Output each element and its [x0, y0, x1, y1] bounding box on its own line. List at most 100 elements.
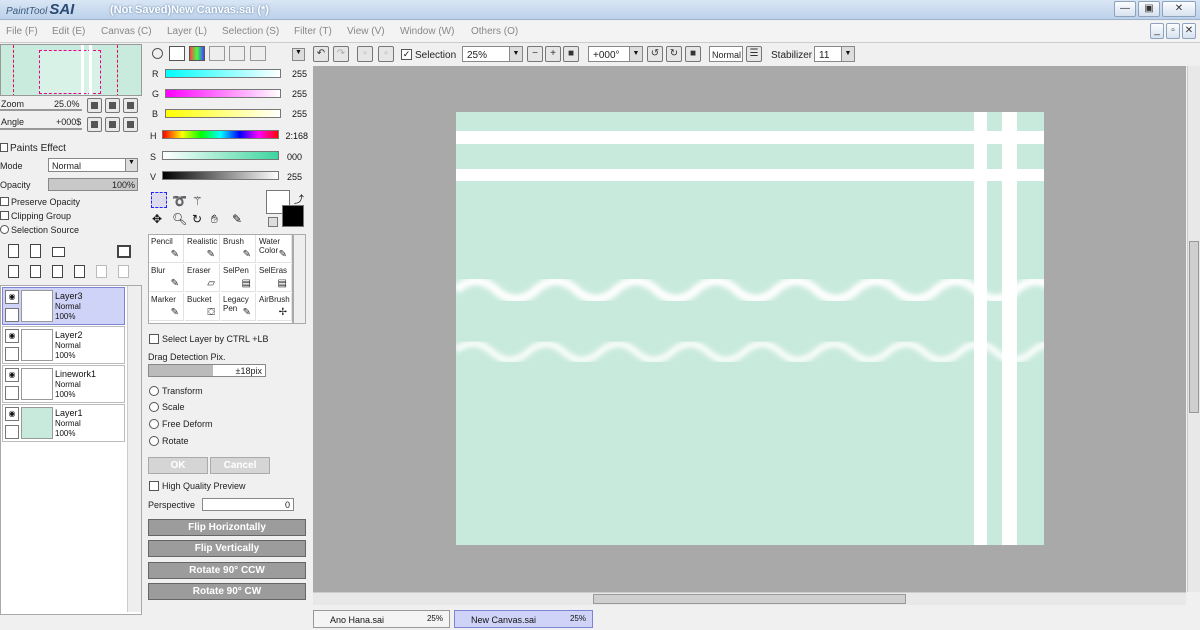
- layer-item-layer2[interactable]: ◉ Layer2 Normal 100%: [2, 326, 125, 364]
- select-layer-checkbox[interactable]: [149, 334, 159, 344]
- menu-filter[interactable]: Filter (T): [294, 26, 332, 37]
- lock-toggle[interactable]: [5, 386, 19, 400]
- brush-icon[interactable]: [5, 308, 19, 322]
- zoom-select[interactable]: 25% ▼: [462, 46, 523, 62]
- opacity-slider[interactable]: 100%: [48, 178, 138, 191]
- blend-mode-select[interactable]: Normal ▼: [48, 158, 138, 172]
- menu-view[interactable]: View (V): [347, 26, 385, 37]
- undo-icon[interactable]: ↶: [313, 46, 329, 62]
- clear-layer-icon[interactable]: [52, 265, 63, 278]
- close-button[interactable]: ✕: [1162, 1, 1196, 17]
- selection-visible-checkbox[interactable]: ✓: [401, 49, 412, 60]
- transform-radio[interactable]: [149, 386, 159, 396]
- r-slider[interactable]: [165, 69, 281, 78]
- stabilizer-select[interactable]: 11 ▼: [814, 46, 855, 62]
- mirror-view-icon[interactable]: ☰: [746, 46, 762, 62]
- delete-layer-icon[interactable]: [74, 265, 85, 278]
- tool-grid-scrollbar[interactable]: [293, 234, 306, 324]
- zoom-slider[interactable]: [0, 109, 82, 111]
- menu-file[interactable]: File (F): [6, 26, 38, 37]
- color-wheel-mode-icon[interactable]: [152, 48, 163, 59]
- tool-airbrush[interactable]: AirBrush ✢: [257, 293, 292, 321]
- lasso-icon[interactable]: ➰: [172, 194, 187, 208]
- eye-icon[interactable]: ◉: [5, 290, 19, 304]
- tool-eraser[interactable]: Eraser ▱: [185, 264, 220, 292]
- chevron-down-icon[interactable]: ▼: [292, 48, 305, 61]
- cancel-button[interactable]: Cancel: [210, 457, 270, 474]
- clipping-group-checkbox[interactable]: [0, 211, 9, 220]
- zoom-reset-toolbar-button[interactable]: ■: [563, 46, 579, 62]
- redo-icon[interactable]: ↷: [333, 46, 349, 62]
- transfer-down-icon[interactable]: [8, 265, 19, 278]
- rotate-left-button[interactable]: [87, 117, 102, 132]
- invert-selection-icon[interactable]: ▫: [378, 46, 394, 62]
- menu-others[interactable]: Others (O): [471, 26, 518, 37]
- menu-window[interactable]: Window (W): [400, 26, 454, 37]
- tool-pencil[interactable]: Pencil ✎: [149, 235, 184, 263]
- eye-icon[interactable]: ◉: [5, 368, 19, 382]
- tab-new-canvas[interactable]: New Canvas.sai 25%: [454, 610, 593, 628]
- swatch-mode-icon[interactable]: [229, 46, 245, 61]
- angle-slider[interactable]: [0, 128, 82, 130]
- deselect-icon[interactable]: ▫: [357, 46, 373, 62]
- lock-toggle[interactable]: [5, 425, 19, 439]
- menu-edit[interactable]: Edit (E): [52, 26, 85, 37]
- maximize-button[interactable]: ▣: [1138, 1, 1160, 17]
- menu-selection[interactable]: Selection (S): [222, 26, 279, 37]
- swap-colors-icon[interactable]: ⤴: [294, 191, 304, 206]
- free-deform-radio[interactable]: [149, 419, 159, 429]
- layer-item-layer3[interactable]: ◉ Layer3 Normal 100%: [2, 287, 125, 325]
- canvas-workspace[interactable]: [313, 66, 1186, 592]
- b-slider[interactable]: [165, 109, 281, 118]
- mdi-minimize-button[interactable]: _: [1150, 23, 1164, 39]
- move-icon[interactable]: ✥: [152, 212, 162, 226]
- horizontal-scroll-thumb[interactable]: [593, 594, 906, 604]
- rotate-ccw-toolbar-button[interactable]: ↺: [647, 46, 663, 62]
- value-slider[interactable]: [162, 171, 279, 180]
- rotate-ccw-button[interactable]: Rotate 90° CCW: [148, 562, 306, 579]
- new-layer-icon[interactable]: [8, 244, 19, 258]
- rotate-radio[interactable]: [149, 436, 159, 446]
- magic-wand-icon[interactable]: ⚚: [192, 194, 203, 208]
- selection-source-checkbox[interactable]: [0, 225, 9, 234]
- eye-icon[interactable]: ◉: [5, 407, 19, 421]
- scale-radio[interactable]: [149, 402, 159, 412]
- rotate-tool-icon[interactable]: ↻: [192, 212, 202, 226]
- hue-slider[interactable]: [162, 130, 279, 139]
- layer-item-layer1[interactable]: ◉ Layer1 Normal 100%: [2, 404, 125, 442]
- hand-icon[interactable]: ✋︎: [211, 212, 218, 227]
- canvas-paper[interactable]: [456, 112, 1044, 545]
- menu-canvas[interactable]: Canvas (C): [101, 26, 152, 37]
- tool-marker[interactable]: Marker ✎: [149, 293, 184, 321]
- rgb-slider-mode-icon[interactable]: [169, 46, 185, 61]
- hq-preview-checkbox[interactable]: [149, 481, 159, 491]
- drag-detection-slider[interactable]: ±18pix: [148, 364, 266, 377]
- rotate-right-button[interactable]: [105, 117, 120, 132]
- layer-item-linework1[interactable]: ◉ Linework1 Normal 100%: [2, 365, 125, 403]
- mdi-restore-button[interactable]: ▫: [1166, 23, 1180, 39]
- flip-horizontal-button[interactable]: Flip Horizontally: [148, 519, 306, 536]
- eye-icon[interactable]: ◉: [5, 329, 19, 343]
- lock-toggle[interactable]: [5, 347, 19, 361]
- tool-bucket[interactable]: Bucket ⛋: [185, 293, 220, 321]
- new-linework-layer-icon[interactable]: [30, 244, 41, 258]
- angle-select[interactable]: +000° ▼: [588, 46, 643, 62]
- rotate-reset-button[interactable]: [123, 117, 138, 132]
- rect-select-icon[interactable]: [151, 192, 167, 208]
- new-folder-icon[interactable]: [52, 247, 65, 257]
- tool-blur[interactable]: Blur ✎: [149, 264, 184, 292]
- blend-mode-toolbar-select[interactable]: Normal: [709, 46, 743, 62]
- perspective-input[interactable]: 0: [202, 498, 294, 511]
- tool-watercolor[interactable]: Water Color ✎: [257, 235, 292, 263]
- g-slider[interactable]: [165, 89, 281, 98]
- flip-vertical-button[interactable]: Flip Vertically: [148, 540, 306, 557]
- background-color-swatch[interactable]: [282, 205, 304, 227]
- color-mixer-mode-icon[interactable]: [209, 46, 225, 61]
- rotate-cw-button[interactable]: Rotate 90° CW: [148, 583, 306, 600]
- vertical-scrollbar[interactable]: [1187, 66, 1200, 592]
- tool-brush[interactable]: Brush ✎: [221, 235, 256, 263]
- tool-selpen[interactable]: SelPen ▤: [221, 264, 256, 292]
- zoom-tool-icon[interactable]: 🔍︎: [172, 212, 187, 226]
- rotate-reset-toolbar-button[interactable]: ■: [685, 46, 701, 62]
- hsv-slider-mode-icon[interactable]: [189, 46, 205, 61]
